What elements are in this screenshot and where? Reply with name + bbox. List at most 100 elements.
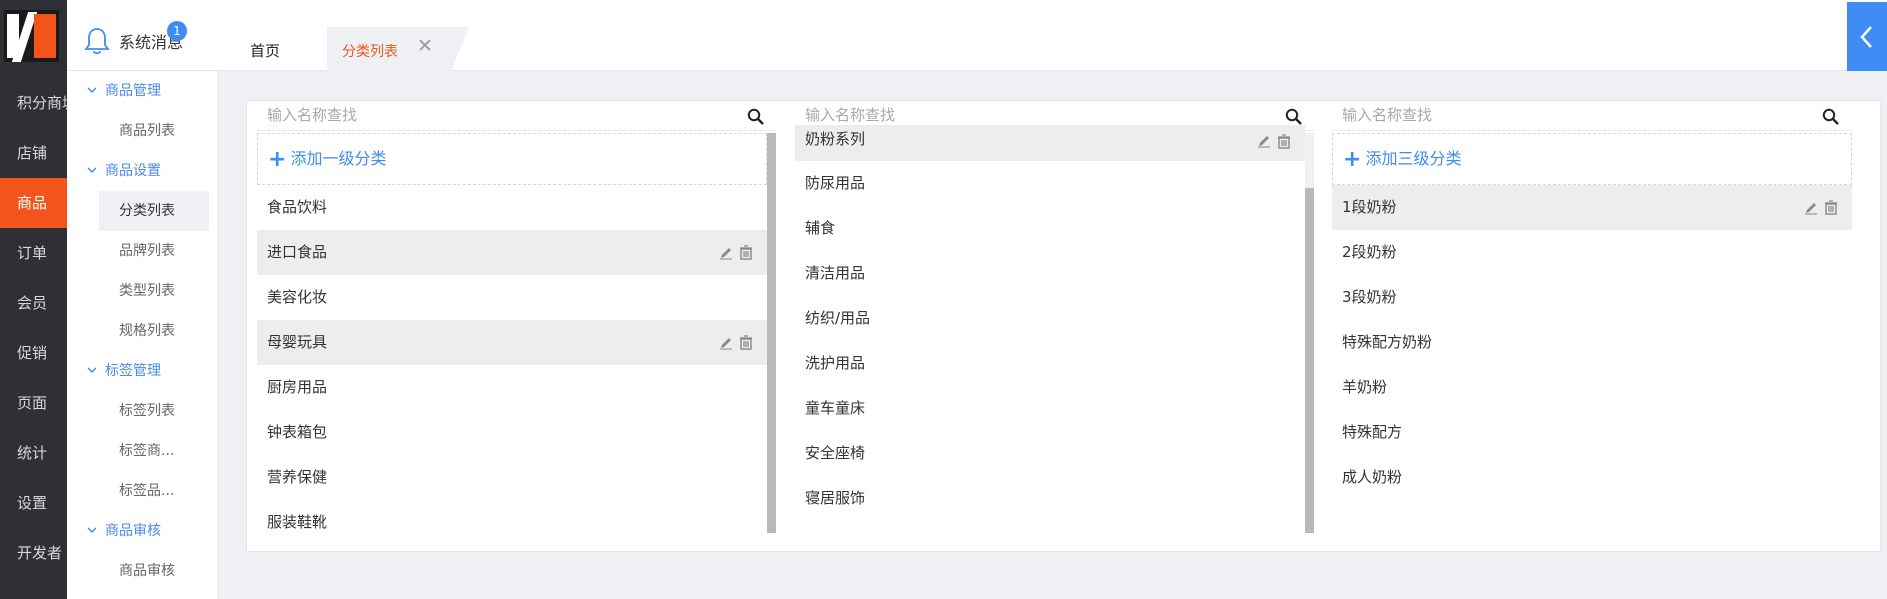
collapse-button[interactable] xyxy=(1847,2,1887,71)
category-name: 清洁用品 xyxy=(805,264,866,282)
search-icon[interactable] xyxy=(747,108,765,126)
main-sidebar: 积分商城店铺商品订单会员促销页面统计设置开发者 xyxy=(0,0,67,599)
category-row[interactable]: 母婴玩具 xyxy=(257,320,767,365)
subnav-item[interactable]: 商品审核 xyxy=(99,551,209,591)
main-nav-item[interactable]: 促销 xyxy=(0,328,67,378)
category-row[interactable]: 安全座椅 xyxy=(795,431,1305,476)
category-list: 奶粉系列防尿用品辅食清洁用品纺织/用品 洗护用品童车童床安全座椅寝居服饰 xyxy=(795,125,1305,525)
subnav-group[interactable]: 商品管理 xyxy=(67,71,217,111)
subnav-item[interactable]: 商品列表 xyxy=(99,111,209,151)
category-row[interactable]: 洗护用品 xyxy=(795,341,1305,386)
delete-icon[interactable] xyxy=(1277,133,1291,149)
category-name: 特殊配方 xyxy=(1342,423,1403,441)
category-row[interactable]: 清洁用品 xyxy=(795,251,1305,296)
edit-icon[interactable] xyxy=(719,336,733,350)
main-nav-item[interactable]: 商品 xyxy=(0,178,67,228)
category-row[interactable]: 进口食品 xyxy=(257,230,767,275)
category-row[interactable]: 羊奶粉 xyxy=(1332,365,1852,410)
category-row[interactable]: 特殊配方奶粉 xyxy=(1332,320,1852,365)
close-icon[interactable]: ✕ xyxy=(415,36,435,56)
scrollbar[interactable] xyxy=(767,133,776,533)
edit-icon[interactable] xyxy=(1257,134,1271,148)
delete-icon[interactable] xyxy=(1824,200,1838,215)
category-row[interactable]: 厨房用品 xyxy=(257,365,767,410)
category-row[interactable]: 2段奶粉 xyxy=(1332,230,1852,275)
category-row[interactable]: 服装鞋靴 xyxy=(257,500,767,533)
scrollbar-thumb[interactable] xyxy=(767,133,776,533)
search-icon[interactable] xyxy=(1822,108,1840,126)
subnav-group-label: 商品设置 xyxy=(105,163,161,179)
category-name: 辅食 xyxy=(805,219,836,237)
category-name: 防尿用品 xyxy=(805,174,866,192)
category-name: 进口食品 xyxy=(267,243,328,261)
category-row[interactable]: 成人奶粉 xyxy=(1332,455,1852,500)
subnav-item[interactable]: 分类列表 xyxy=(99,191,209,231)
subnav-item[interactable]: 类型列表 xyxy=(99,271,209,311)
tab-category-list[interactable]: 分类列表 ✕ xyxy=(327,27,469,71)
subnav-item[interactable]: 品牌列表 xyxy=(99,231,209,271)
subnav-group-label: 商品审核 xyxy=(105,523,161,539)
category-row[interactable]: 钟表箱包 xyxy=(257,410,767,455)
category-name: 母婴玩具 xyxy=(267,333,328,351)
main-nav-item[interactable]: 会员 xyxy=(0,278,67,328)
main-nav-item[interactable]: 订单 xyxy=(0,228,67,278)
category-name: 2段奶粉 xyxy=(1342,243,1397,261)
category-row[interactable]: 奶粉系列 xyxy=(795,125,1305,161)
subnav-item[interactable]: 标签商... xyxy=(99,431,209,471)
category-name: 厨房用品 xyxy=(267,378,328,396)
add-category-button[interactable]: + 添加三级分类 xyxy=(1332,133,1852,185)
main-nav-item[interactable]: 积分商城 xyxy=(0,78,67,128)
chevron-down-icon xyxy=(87,367,97,373)
category-row[interactable]: 寝居服饰 xyxy=(795,476,1305,521)
category-name: 寝居服饰 xyxy=(805,489,866,507)
main-nav-item[interactable]: 开发者 xyxy=(0,528,67,578)
main-nav-item[interactable]: 设置 xyxy=(0,478,67,528)
category-row[interactable]: 辅食 xyxy=(795,206,1305,251)
scrollbar[interactable] xyxy=(1305,133,1314,533)
category-name: 奶粉系列 xyxy=(805,130,866,148)
row-actions xyxy=(719,230,753,275)
main-nav: 积分商城店铺商品订单会员促销页面统计设置开发者 xyxy=(0,78,67,578)
main-nav-item[interactable]: 统计 xyxy=(0,428,67,478)
subnav-item[interactable]: 标签品... xyxy=(99,471,209,511)
message-count-badge: 1 xyxy=(167,21,187,41)
category-row[interactable]: 纺织/用品 xyxy=(795,296,1305,341)
search-icon[interactable] xyxy=(1285,108,1303,126)
row-actions xyxy=(719,320,753,365)
category-row[interactable]: 3段奶粉 xyxy=(1332,275,1852,320)
category-row[interactable]: 特殊配方 xyxy=(1332,410,1852,455)
category-name: 服装鞋靴 xyxy=(267,513,328,531)
category-row[interactable]: 童车童床 xyxy=(795,386,1305,431)
delete-icon[interactable] xyxy=(739,245,753,260)
category-row[interactable]: 美容化妆 xyxy=(257,275,767,320)
category-name: 童车童床 xyxy=(805,399,866,417)
scrollbar-thumb[interactable] xyxy=(1305,188,1314,533)
subnav-item[interactable]: 规格列表 xyxy=(99,311,209,351)
search-input[interactable] xyxy=(1332,101,1792,129)
subnav-group-label: 标签管理 xyxy=(105,363,161,379)
category-row[interactable]: 营养保健 xyxy=(257,455,767,500)
subnav-group[interactable]: 商品审核 xyxy=(67,511,217,551)
add-category-label: 添加一级分类 xyxy=(290,149,387,168)
subnav-group[interactable]: 商品设置 xyxy=(67,151,217,191)
category-row[interactable]: 防尿用品 xyxy=(795,161,1305,206)
delete-icon[interactable] xyxy=(739,335,753,350)
subnav-item[interactable]: 标签列表 xyxy=(99,391,209,431)
category-name: 3段奶粉 xyxy=(1342,288,1397,306)
category-search xyxy=(257,101,777,131)
main-nav-item[interactable]: 店铺 xyxy=(0,128,67,178)
row-actions xyxy=(1804,185,1838,230)
search-input[interactable] xyxy=(257,101,717,129)
edit-icon[interactable] xyxy=(1804,201,1818,215)
category-column-level-2: 奶粉系列防尿用品辅食清洁用品纺织/用品洗护用品童车童床安全座椅寝居服饰 xyxy=(795,101,1315,533)
category-row[interactable]: 1段奶粉 xyxy=(1332,185,1852,230)
top-bar: 系统消息 1 首页 分类列表 ✕ xyxy=(67,0,1887,71)
subnav-group[interactable]: 标签管理 xyxy=(67,351,217,391)
category-name: 1段奶粉 xyxy=(1342,198,1397,216)
bell-icon xyxy=(84,28,110,55)
main-nav-item[interactable]: 页面 xyxy=(0,378,67,428)
category-row[interactable]: 食品饮料 xyxy=(257,185,767,230)
edit-icon[interactable] xyxy=(719,246,733,260)
add-category-button[interactable]: + 添加一级分类 xyxy=(257,133,767,185)
tab-home[interactable]: 首页 xyxy=(250,40,280,61)
